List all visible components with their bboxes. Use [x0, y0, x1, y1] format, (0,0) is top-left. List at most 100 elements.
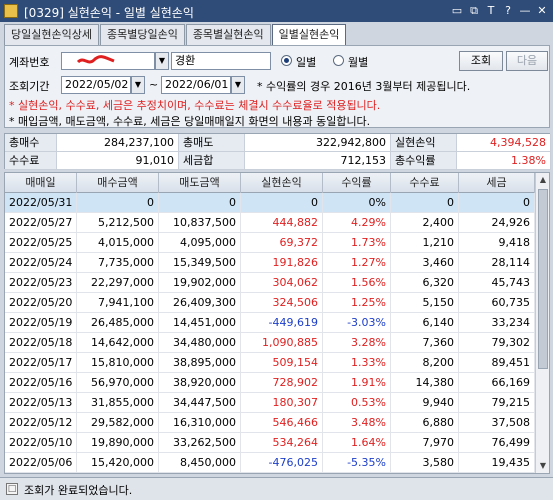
close-icon[interactable]: ✕	[535, 3, 549, 19]
title-bar-controls: ▭ ⧉ T ? — ✕	[450, 3, 549, 19]
table-row[interactable]: 2022/05/20 7,941,100 26,409,300 324,506 1.25…	[5, 293, 535, 313]
daily-pl-table: 매매일 매수금액 매도금액 실현손익 수익률 수수료 세금 2022/05/31 0 0 0 0% 0…	[4, 172, 550, 474]
cell-return-rate: 3.48%	[323, 413, 391, 433]
table-row[interactable]: 2022/05/12 29,582,000 16,310,000 546,466 3.4…	[5, 413, 535, 433]
table-row[interactable]: 2022/05/31 0 0 0 0% 0 0	[5, 193, 535, 213]
column-header-tax[interactable]: 세금	[459, 173, 535, 193]
cell-buy-amount: 4,015,000	[77, 233, 159, 253]
cell-realized-pl: 1,090,885	[241, 333, 323, 353]
summary-row: 수수료 91,010 세금합 712,153 총수익률 1.38%	[5, 152, 551, 170]
cell-buy-amount: 29,582,000	[77, 413, 159, 433]
table-row[interactable]: 2022/05/25 4,015,000 4,095,000 69,372 1.73% 1…	[5, 233, 535, 253]
cell-tax: 79,215	[459, 393, 535, 413]
table-row[interactable]: 2022/05/10 19,890,000 33,262,500 534,264 1.6…	[5, 433, 535, 453]
next-button[interactable]: 다음	[506, 51, 548, 71]
cell-sell-amount: 34,480,000	[159, 333, 241, 353]
date-to-input[interactable]: 2022/06/01	[161, 76, 231, 94]
cell-return-rate: 1.27%	[323, 253, 391, 273]
summary-row: 총매수 284,237,100 총매도 322,942,800 실현손익 4,3…	[5, 134, 551, 152]
cell-tax: 24,926	[459, 213, 535, 233]
table-row[interactable]: 2022/05/24 7,735,000 15,349,500 191,826 1.27…	[5, 253, 535, 273]
cell-sell-amount: 38,920,000	[159, 373, 241, 393]
link-icon[interactable]: ⧉	[467, 3, 481, 19]
column-header-fee[interactable]: 수수료	[391, 173, 459, 193]
column-header-sell-amount[interactable]: 매도금액	[159, 173, 241, 193]
cell-tax: 0	[459, 193, 535, 213]
table-row[interactable]: 2022/05/23 22,297,000 19,902,000 304,062 1.5…	[5, 273, 535, 293]
fee-label: 수수료	[5, 152, 57, 170]
column-header-realized-pl[interactable]: 실현손익	[241, 173, 323, 193]
cell-buy-amount: 15,810,000	[77, 353, 159, 373]
period-note: * 수익률의 경우 2016년 3월부터 제공됩니다.	[257, 80, 471, 93]
table-row[interactable]: 2022/05/16 56,970,000 38,920,000 728,902 1.9…	[5, 373, 535, 393]
cell-buy-amount: 19,890,000	[77, 433, 159, 453]
cell-tax: 45,743	[459, 273, 535, 293]
cell-fee: 8,200	[391, 353, 459, 373]
tab-daily-realized[interactable]: 일별실현손익	[271, 24, 347, 46]
cell-return-rate: 1.33%	[323, 353, 391, 373]
cell-return-rate: 1.56%	[323, 273, 391, 293]
cell-sell-amount: 8,450,000	[159, 453, 241, 473]
table-header: 매매일 매수금액 매도금액 실현손익 수익률 수수료 세금	[5, 173, 535, 193]
cell-sell-amount: 16,310,000	[159, 413, 241, 433]
scroll-thumb[interactable]	[538, 189, 548, 369]
scroll-down-icon[interactable]: ▼	[536, 459, 549, 473]
cell-buy-amount: 0	[77, 193, 159, 213]
cell-date: 2022/05/24	[5, 253, 77, 273]
cell-buy-amount: 14,642,000	[77, 333, 159, 353]
table-row[interactable]: 2022/05/19 26,485,000 14,451,000 -449,619 -3…	[5, 313, 535, 333]
radio-daily-label[interactable]: 일별	[296, 54, 316, 70]
scroll-up-icon[interactable]: ▲	[536, 173, 549, 187]
table-row[interactable]: 2022/05/18 14,642,000 34,480,000 1,090,885 3…	[5, 333, 535, 353]
radio-daily[interactable]	[281, 55, 292, 66]
radio-monthly-label[interactable]: 월별	[348, 54, 368, 70]
table-row[interactable]: 2022/05/27 5,212,500 10,837,500 444,882 4.29…	[5, 213, 535, 233]
account-label: 계좌번호	[9, 56, 50, 69]
cell-date: 2022/05/25	[5, 233, 77, 253]
cell-realized-pl: 444,882	[241, 213, 323, 233]
cell-buy-amount: 7,735,000	[77, 253, 159, 273]
cell-fee: 9,940	[391, 393, 459, 413]
query-button[interactable]: 조회	[459, 51, 503, 71]
cell-date: 2022/05/10	[5, 433, 77, 453]
account-input[interactable]	[61, 52, 155, 70]
minimize-icon[interactable]: —	[518, 3, 532, 19]
radio-monthly[interactable]	[333, 55, 344, 66]
table-body[interactable]: 2022/05/31 0 0 0 0% 0 0 2022/05/27 5,212,500 10,8…	[5, 193, 535, 473]
tab-bar: 당일실현손익상세 종목별당일손익 종목별실현손익 일별실현손익	[4, 24, 347, 46]
cell-date: 2022/05/20	[5, 293, 77, 313]
date-from-calendar-icon[interactable]: ▼	[131, 76, 145, 94]
cell-realized-pl: 546,466	[241, 413, 323, 433]
column-header-return-rate[interactable]: 수익률	[323, 173, 391, 193]
date-to-calendar-icon[interactable]: ▼	[231, 76, 245, 94]
table-row[interactable]: 2022/05/17 15,810,000 38,895,000 509,154 1.3…	[5, 353, 535, 373]
cell-realized-pl: 69,372	[241, 233, 323, 253]
total-return-label: 총수익률	[391, 152, 457, 170]
cell-return-rate: 1.64%	[323, 433, 391, 453]
cell-sell-amount: 10,837,500	[159, 213, 241, 233]
tax-total-value: 712,153	[245, 152, 391, 170]
column-header-buy-amount[interactable]: 매수금액	[77, 173, 159, 193]
help-icon[interactable]: ?	[501, 3, 515, 19]
column-header-date[interactable]: 매매일	[5, 173, 77, 193]
cell-return-rate: 4.29%	[323, 213, 391, 233]
tab-stock-intraday[interactable]: 종목별당일손익	[99, 24, 185, 45]
cell-tax: 9,418	[459, 233, 535, 253]
total-sell-value: 322,942,800	[245, 134, 391, 152]
restore-icon[interactable]: ▭	[450, 3, 464, 19]
window-title: [0329] 실현손익 - 일별 실현손익	[24, 6, 194, 20]
tab-intraday-detail[interactable]: 당일실현손익상세	[4, 24, 99, 45]
table-row[interactable]: 2022/05/06 15,420,000 8,450,000 -476,025 -5.…	[5, 453, 535, 473]
status-text: 조회가 완료되었습니다.	[24, 484, 133, 497]
cell-return-rate: 1.25%	[323, 293, 391, 313]
cell-sell-amount: 26,409,300	[159, 293, 241, 313]
cell-fee: 7,360	[391, 333, 459, 353]
period-separator: ~	[149, 78, 159, 91]
date-from-input[interactable]: 2022/05/02	[61, 76, 131, 94]
text-size-icon[interactable]: T	[484, 3, 498, 19]
vertical-scrollbar[interactable]: ▲ ▼	[535, 173, 549, 473]
table-row[interactable]: 2022/05/13 31,855,000 34,447,500 180,307 0.5…	[5, 393, 535, 413]
cell-fee: 2,400	[391, 213, 459, 233]
account-dropdown-icon[interactable]: ▼	[155, 52, 169, 70]
tab-stock-realized[interactable]: 종목별실현손익	[185, 24, 271, 45]
